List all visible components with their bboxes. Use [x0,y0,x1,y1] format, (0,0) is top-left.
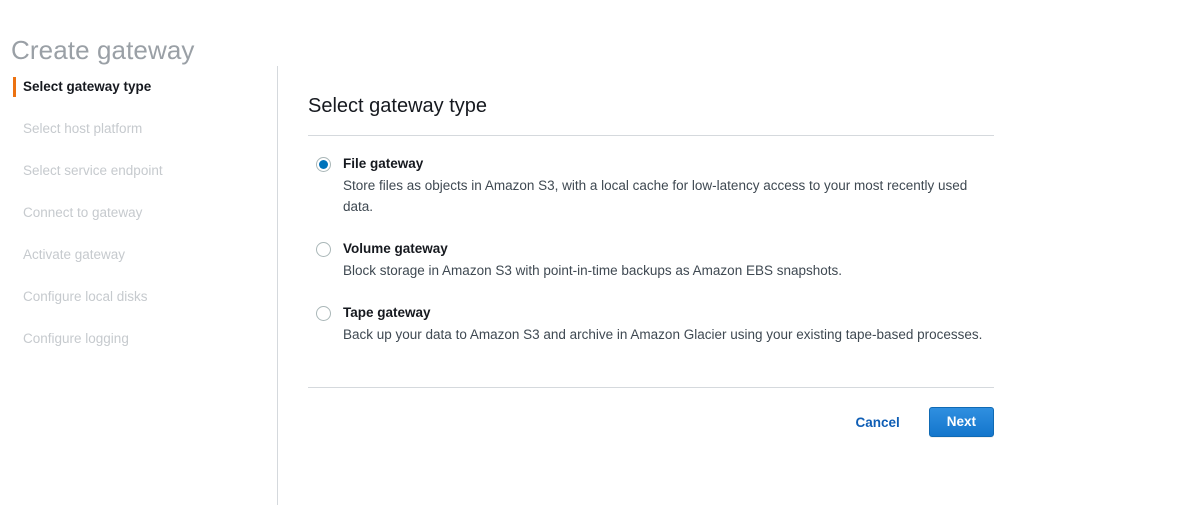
section-heading: Select gateway type [308,83,994,119]
radio-icon-file-gateway[interactable] [316,157,331,172]
sidebar-item-label: Connect to gateway [23,205,142,220]
sidebar-item-select-service-endpoint[interactable]: Select service endpoint [0,150,277,192]
wizard-actions: Cancel Next [308,388,994,437]
sidebar-item-label: Activate gateway [23,247,125,262]
option-description: Back up your data to Amazon S3 and archi… [343,322,994,345]
sidebar-item-configure-logging[interactable]: Configure logging [0,318,277,360]
radio-icon-volume-gateway[interactable] [316,242,331,257]
create-gateway-wizard: Create gateway Select gateway type Selec… [0,0,1180,505]
wizard-step-list: Select gateway type Select host platform… [0,66,278,505]
sidebar-item-connect-to-gateway[interactable]: Connect to gateway [0,192,277,234]
option-tape-gateway[interactable]: Tape gateway Back up your data to Amazon… [308,303,994,345]
option-label: Volume gateway [343,239,994,258]
radio-icon-tape-gateway[interactable] [316,306,331,321]
sidebar-item-select-host-platform[interactable]: Select host platform [0,108,277,150]
option-file-gateway[interactable]: File gateway Store files as objects in A… [308,154,994,217]
option-label: Tape gateway [343,303,994,322]
next-button[interactable]: Next [929,407,994,437]
sidebar-item-activate-gateway[interactable]: Activate gateway [0,234,277,276]
gateway-type-radio-group: File gateway Store files as objects in A… [308,136,994,345]
page-title: Create gateway [11,33,195,67]
cancel-button[interactable]: Cancel [855,415,899,430]
sidebar-item-label: Select host platform [23,121,142,136]
sidebar-item-label: Select service endpoint [23,163,163,178]
sidebar-item-label: Select gateway type [23,79,151,94]
sidebar-item-select-gateway-type[interactable]: Select gateway type [0,66,277,108]
option-label: File gateway [343,154,994,173]
option-description: Store files as objects in Amazon S3, wit… [343,173,994,217]
sidebar-item-label: Configure local disks [23,289,148,304]
option-description: Block storage in Amazon S3 with point-in… [343,258,994,281]
wizard-body: Select gateway type Select host platform… [0,66,1180,505]
sidebar-item-configure-local-disks[interactable]: Configure local disks [0,276,277,318]
main-panel: Select gateway type File gateway Store f… [308,66,994,437]
option-volume-gateway[interactable]: Volume gateway Block storage in Amazon S… [308,239,994,281]
active-step-marker-icon [13,77,16,97]
sidebar-item-label: Configure logging [23,331,129,346]
